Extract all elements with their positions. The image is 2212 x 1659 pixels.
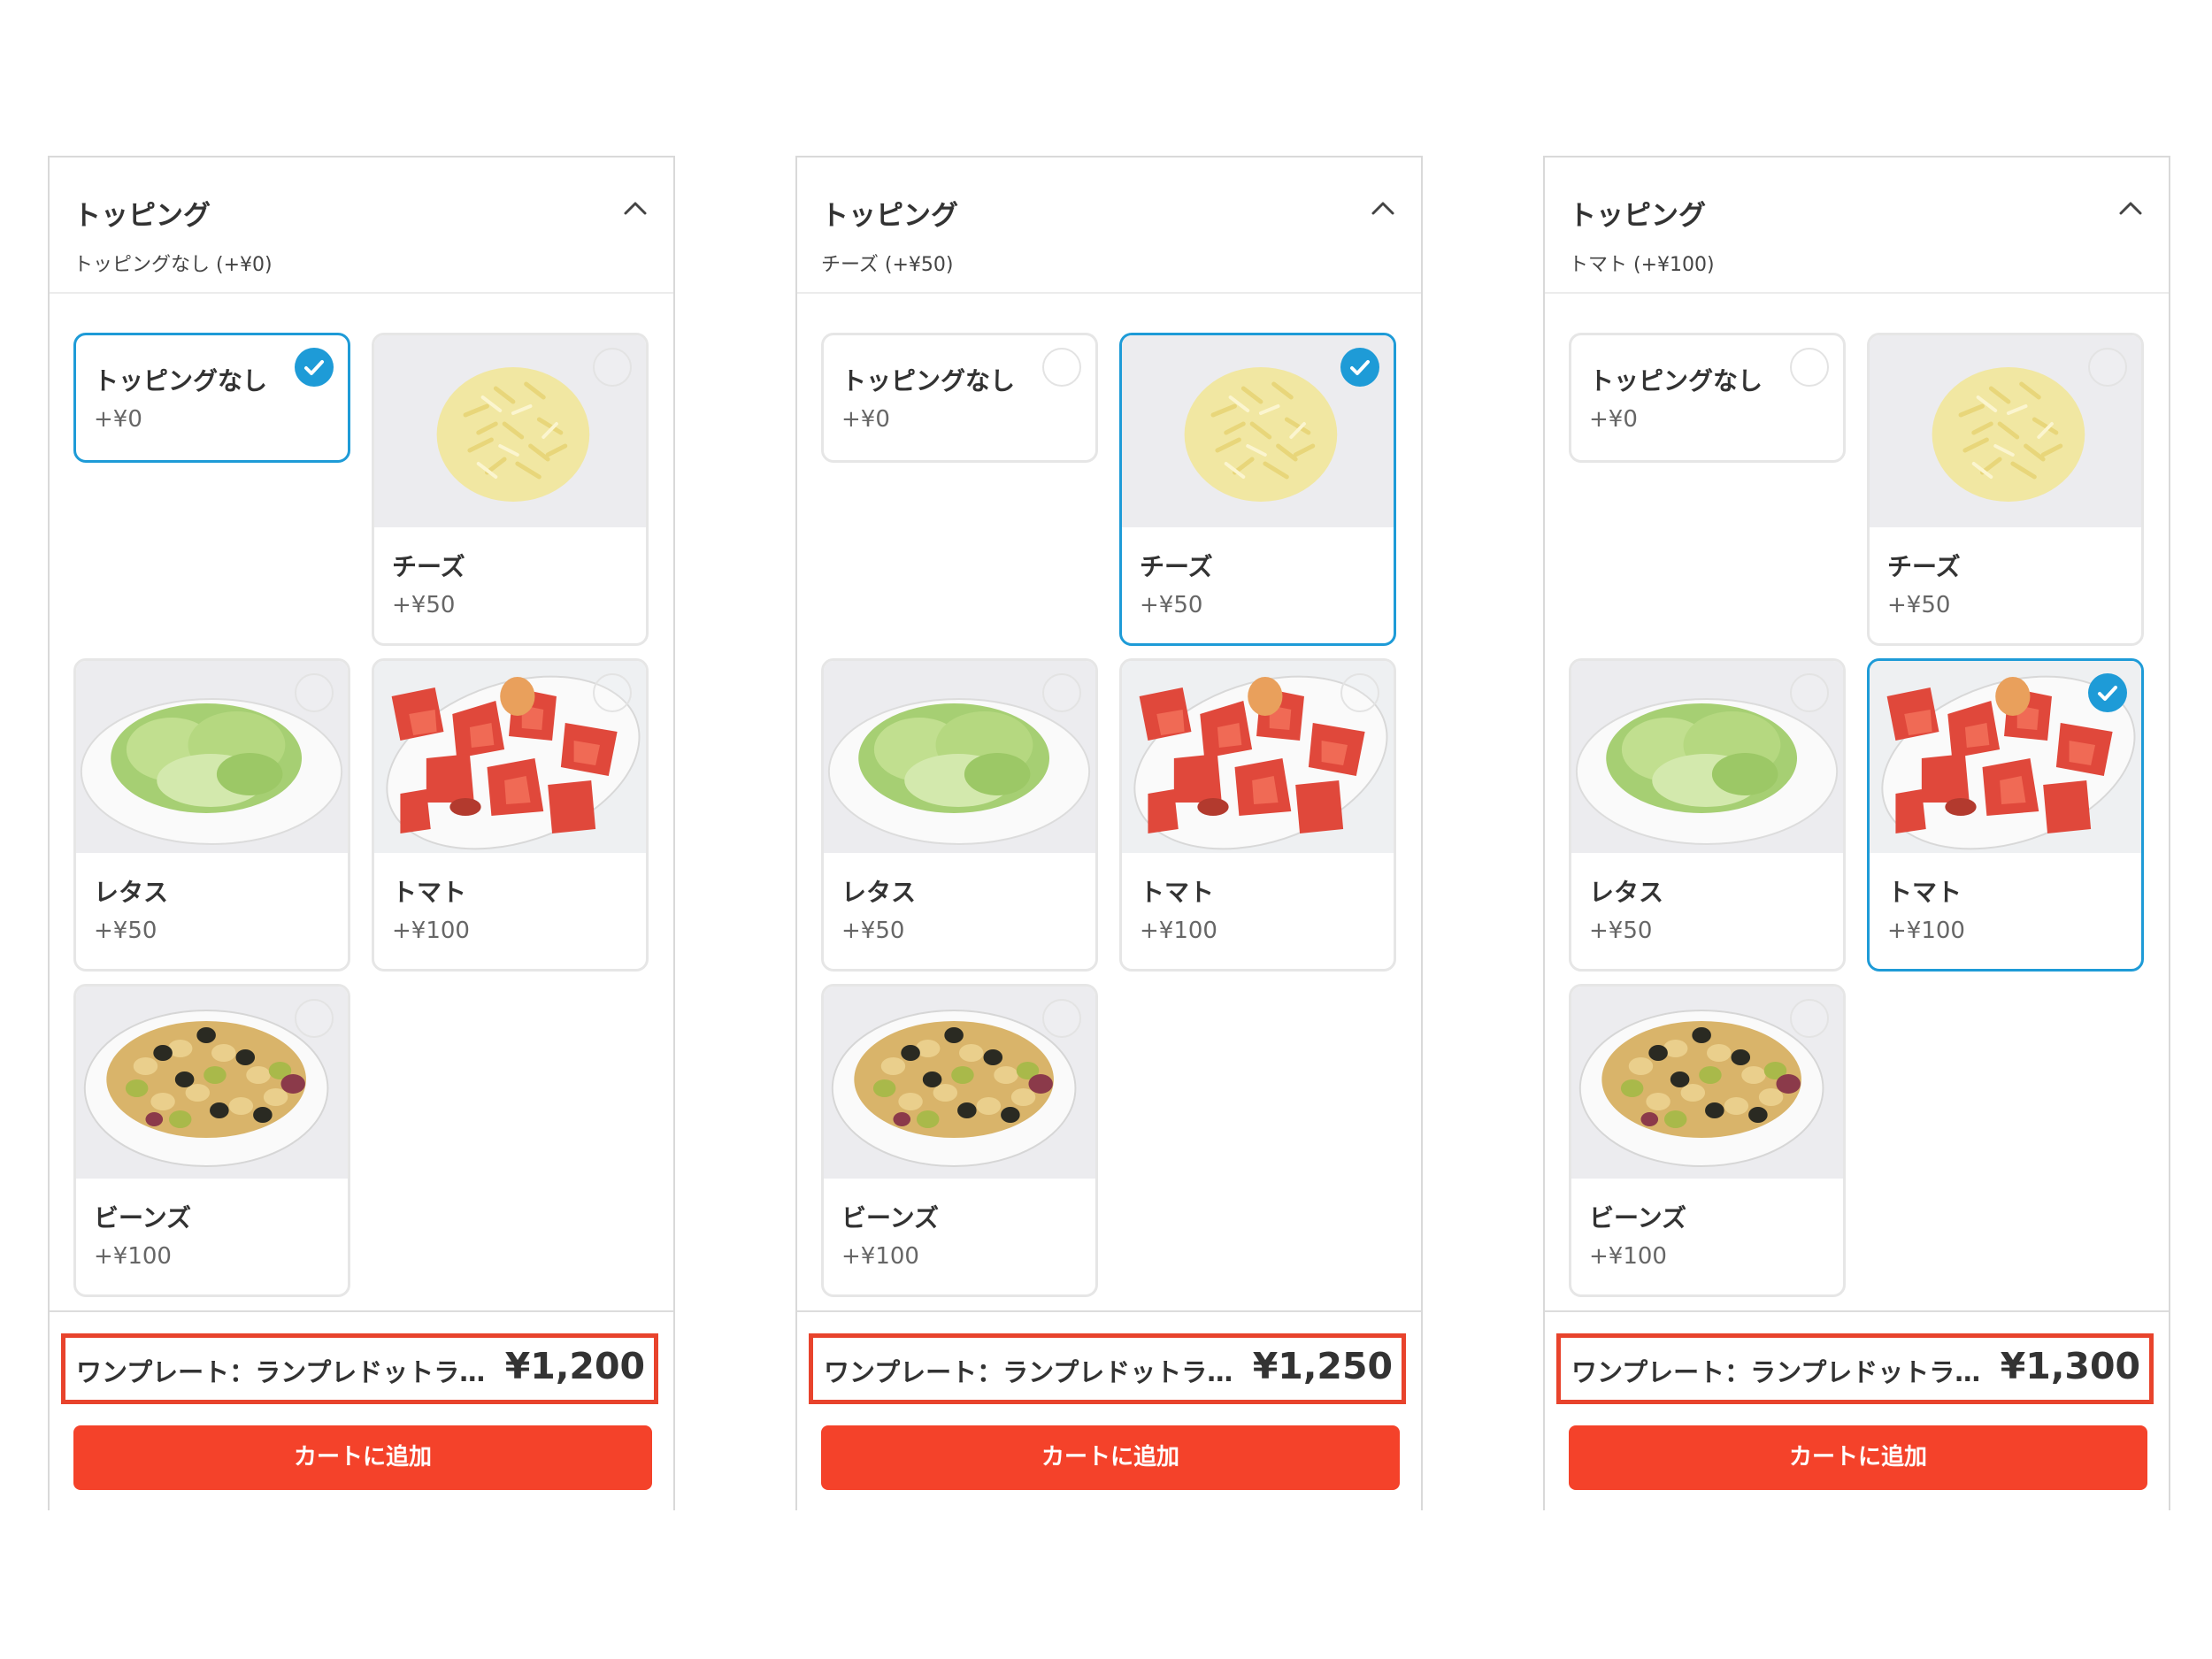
option-price: +¥50 [1589, 918, 1653, 944]
option-name: トマト [392, 878, 467, 907]
summary-highlight: ワンプレート：ランプレドットラ… ¥1,200 [61, 1333, 658, 1404]
option-tomato[interactable]: トマト +¥100 [1119, 658, 1396, 972]
option-price: +¥100 [1589, 1243, 1667, 1270]
chevron-up-icon[interactable] [621, 195, 649, 223]
radio-icon[interactable] [1790, 999, 1829, 1038]
check-icon[interactable] [295, 348, 334, 387]
option-name: レタス [1589, 878, 1664, 907]
option-price: +¥100 [94, 1243, 172, 1270]
option-cheese[interactable]: チーズ +¥50 [372, 333, 649, 646]
product-name: ワンプレート：ランプレドットラ… [1571, 1357, 1981, 1387]
option-name: チーズ [1140, 552, 1213, 581]
option-price: +¥50 [392, 592, 456, 618]
radio-icon[interactable] [1042, 999, 1081, 1038]
option-lettuce[interactable]: レタス +¥50 [821, 658, 1098, 972]
total-price: ¥1,250 [1252, 1345, 1393, 1387]
radio-icon[interactable] [295, 999, 334, 1038]
option-name: レタス [94, 878, 169, 907]
option-price: +¥50 [1140, 592, 1203, 618]
selected-topping-summary: チーズ (+¥50) [821, 254, 954, 276]
topping-header[interactable]: トッピング トマト (+¥100) [1545, 157, 2169, 294]
panel-title: トッピング [821, 200, 958, 232]
option-name: チーズ [1887, 552, 1961, 581]
option-lettuce[interactable]: レタス +¥50 [1569, 658, 1846, 972]
option-name: レタス [841, 878, 917, 907]
panel-title: トッピング [73, 200, 211, 232]
chevron-up-icon[interactable] [2116, 195, 2145, 223]
option-cheese[interactable]: チーズ +¥50 [1867, 333, 2144, 646]
chevron-up-icon[interactable] [1369, 195, 1397, 223]
radio-icon[interactable] [1790, 673, 1829, 712]
option-no-topping[interactable]: トッピングなし +¥0 [821, 333, 1098, 463]
radio-icon[interactable] [1790, 348, 1829, 387]
option-name: チーズ [392, 552, 465, 581]
radio-icon[interactable] [1042, 348, 1081, 387]
option-tomato[interactable]: トマト +¥100 [1867, 658, 2144, 972]
topping-panel: トッピング トマト (+¥100) トッピングなし +¥0 チーズ +¥50 レ… [1543, 156, 2170, 1510]
selected-topping-summary: トマト (+¥100) [1569, 254, 1715, 276]
topping-header[interactable]: トッピング トッピングなし (+¥0) [50, 157, 673, 294]
option-price: +¥100 [1887, 918, 1965, 944]
add-to-cart-button[interactable]: カートに追加 [73, 1425, 652, 1490]
option-beans[interactable]: ビーンズ +¥100 [821, 984, 1098, 1297]
add-to-cart-button[interactable]: カートに追加 [1569, 1425, 2147, 1490]
product-name: ワンプレート：ランプレドットラ… [824, 1357, 1233, 1387]
radio-icon[interactable] [1042, 673, 1081, 712]
option-beans[interactable]: ビーンズ +¥100 [1569, 984, 1846, 1297]
option-price: +¥0 [1589, 406, 1638, 433]
radio-icon[interactable] [593, 348, 632, 387]
add-to-cart-button[interactable]: カートに追加 [821, 1425, 1400, 1490]
topping-panel: トッピング トッピングなし (+¥0) トッピングなし +¥0 チーズ +¥50… [48, 156, 675, 1510]
topping-panel: トッピング チーズ (+¥50) トッピングなし +¥0 チーズ +¥50 レタ… [795, 156, 1423, 1510]
option-price: +¥50 [841, 918, 905, 944]
check-icon[interactable] [1340, 348, 1379, 387]
option-name: トッピングなし [1589, 366, 1763, 396]
option-name: ビーンズ [841, 1203, 940, 1233]
order-summary: ワンプレート：ランプレドットラ… ¥1,200 カートに追加 [50, 1310, 673, 1510]
panel-title: トッピング [1569, 200, 1706, 232]
check-icon[interactable] [2088, 673, 2127, 712]
option-price: +¥50 [1887, 592, 1951, 618]
summary-highlight: ワンプレート：ランプレドットラ… ¥1,250 [809, 1333, 1406, 1404]
radio-icon[interactable] [1340, 673, 1379, 712]
order-summary: ワンプレート：ランプレドットラ… ¥1,250 カートに追加 [797, 1310, 1421, 1510]
option-beans[interactable]: ビーンズ +¥100 [73, 984, 350, 1297]
total-price: ¥1,300 [2000, 1345, 2140, 1387]
option-name: トマト [1140, 878, 1215, 907]
topping-header[interactable]: トッピング チーズ (+¥50) [797, 157, 1421, 294]
option-name: ビーンズ [94, 1203, 192, 1233]
option-price: +¥100 [841, 1243, 919, 1270]
option-cheese[interactable]: チーズ +¥50 [1119, 333, 1396, 646]
product-name: ワンプレート：ランプレドットラ… [76, 1357, 486, 1387]
option-name: トマト [1887, 878, 1962, 907]
radio-icon[interactable] [593, 673, 632, 712]
option-price: +¥100 [392, 918, 470, 944]
option-name: ビーンズ [1589, 1203, 1687, 1233]
option-name: トッピングなし [94, 366, 268, 396]
option-no-topping[interactable]: トッピングなし +¥0 [1569, 333, 1846, 463]
option-price: +¥100 [1140, 918, 1217, 944]
option-price: +¥0 [94, 406, 142, 433]
option-tomato[interactable]: トマト +¥100 [372, 658, 649, 972]
summary-highlight: ワンプレート：ランプレドットラ… ¥1,300 [1556, 1333, 2154, 1404]
order-summary: ワンプレート：ランプレドットラ… ¥1,300 カートに追加 [1545, 1310, 2169, 1510]
option-price: +¥0 [841, 406, 890, 433]
radio-icon[interactable] [2088, 348, 2127, 387]
total-price: ¥1,200 [504, 1345, 645, 1387]
option-no-topping[interactable]: トッピングなし +¥0 [73, 333, 350, 463]
radio-icon[interactable] [295, 673, 334, 712]
selected-topping-summary: トッピングなし (+¥0) [73, 254, 273, 276]
option-lettuce[interactable]: レタス +¥50 [73, 658, 350, 972]
option-price: +¥50 [94, 918, 157, 944]
option-name: トッピングなし [841, 366, 1016, 396]
